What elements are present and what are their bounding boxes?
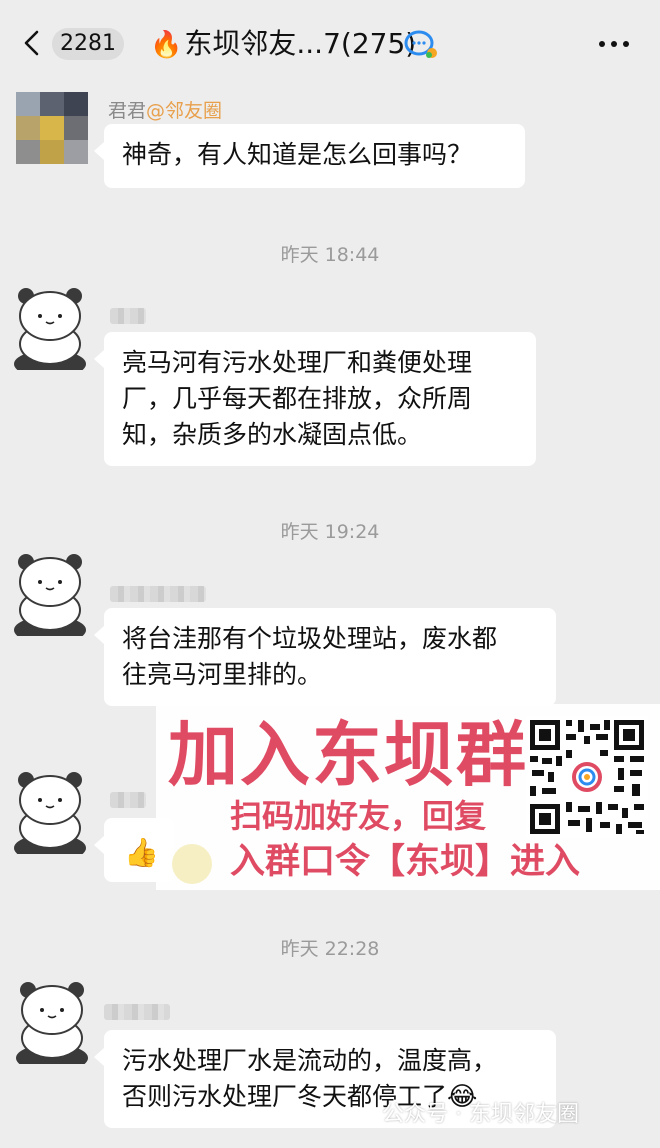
avatar[interactable] bbox=[16, 92, 88, 164]
message-bubble[interactable]: 亮马河有污水处理厂和粪便处理 厂，几乎每天都在排放，众所周 知，杂质多的水凝固点… bbox=[94, 332, 536, 466]
promo-banner: 加入东坝群 扫码加好友，回复 入群口令【东坝】进入 bbox=[156, 704, 660, 890]
sun-decoration-icon bbox=[172, 844, 212, 884]
thumbs-up-icon: 👍 bbox=[124, 836, 159, 869]
fire-icon: 🔥 bbox=[150, 30, 183, 60]
panda-avatar-icon[interactable] bbox=[8, 286, 92, 370]
message-bubble[interactable]: 神奇，有人知道是怎么回事吗？ bbox=[94, 124, 525, 188]
group-chat-icon bbox=[404, 30, 437, 58]
timestamp: 昨天 22:28 bbox=[280, 938, 380, 960]
back-arrow-icon[interactable] bbox=[22, 30, 42, 56]
panda-avatar-icon[interactable] bbox=[8, 552, 92, 636]
group-name: 东坝邻友...7(275) bbox=[184, 27, 417, 60]
timestamp: 昨天 18:44 bbox=[280, 244, 380, 266]
watermark: 公众号 · 东坝邻友圈 bbox=[382, 1102, 579, 1127]
more-options-icon[interactable] bbox=[596, 32, 632, 56]
promo-headline: 加入东坝群 bbox=[168, 714, 528, 796]
sender-name-blurred bbox=[110, 792, 146, 808]
sender-name: 君君@邻友圈 bbox=[108, 100, 223, 122]
chat-header: 2281 🔥东坝邻友...7(275) bbox=[0, 0, 660, 86]
promo-instruction: 扫码加好友，回复 bbox=[230, 797, 487, 835]
timestamp: 昨天 19:24 bbox=[280, 521, 380, 543]
qr-code-icon[interactable] bbox=[526, 716, 648, 838]
sender-name-blurred bbox=[104, 1004, 170, 1020]
chat-title: 🔥东坝邻友...7(275) bbox=[150, 26, 416, 63]
panda-avatar-icon[interactable] bbox=[10, 980, 94, 1064]
unread-count-badge[interactable]: 2281 bbox=[52, 28, 124, 60]
message-bubble[interactable]: 将台洼那有个垃圾处理站，废水都 往亮马河里排的。 bbox=[94, 608, 556, 706]
promo-password: 入群口令【东坝】进入 bbox=[230, 842, 581, 882]
panda-avatar-icon[interactable] bbox=[8, 770, 92, 854]
sender-name-blurred bbox=[110, 308, 146, 324]
sender-name-blurred bbox=[110, 586, 206, 602]
